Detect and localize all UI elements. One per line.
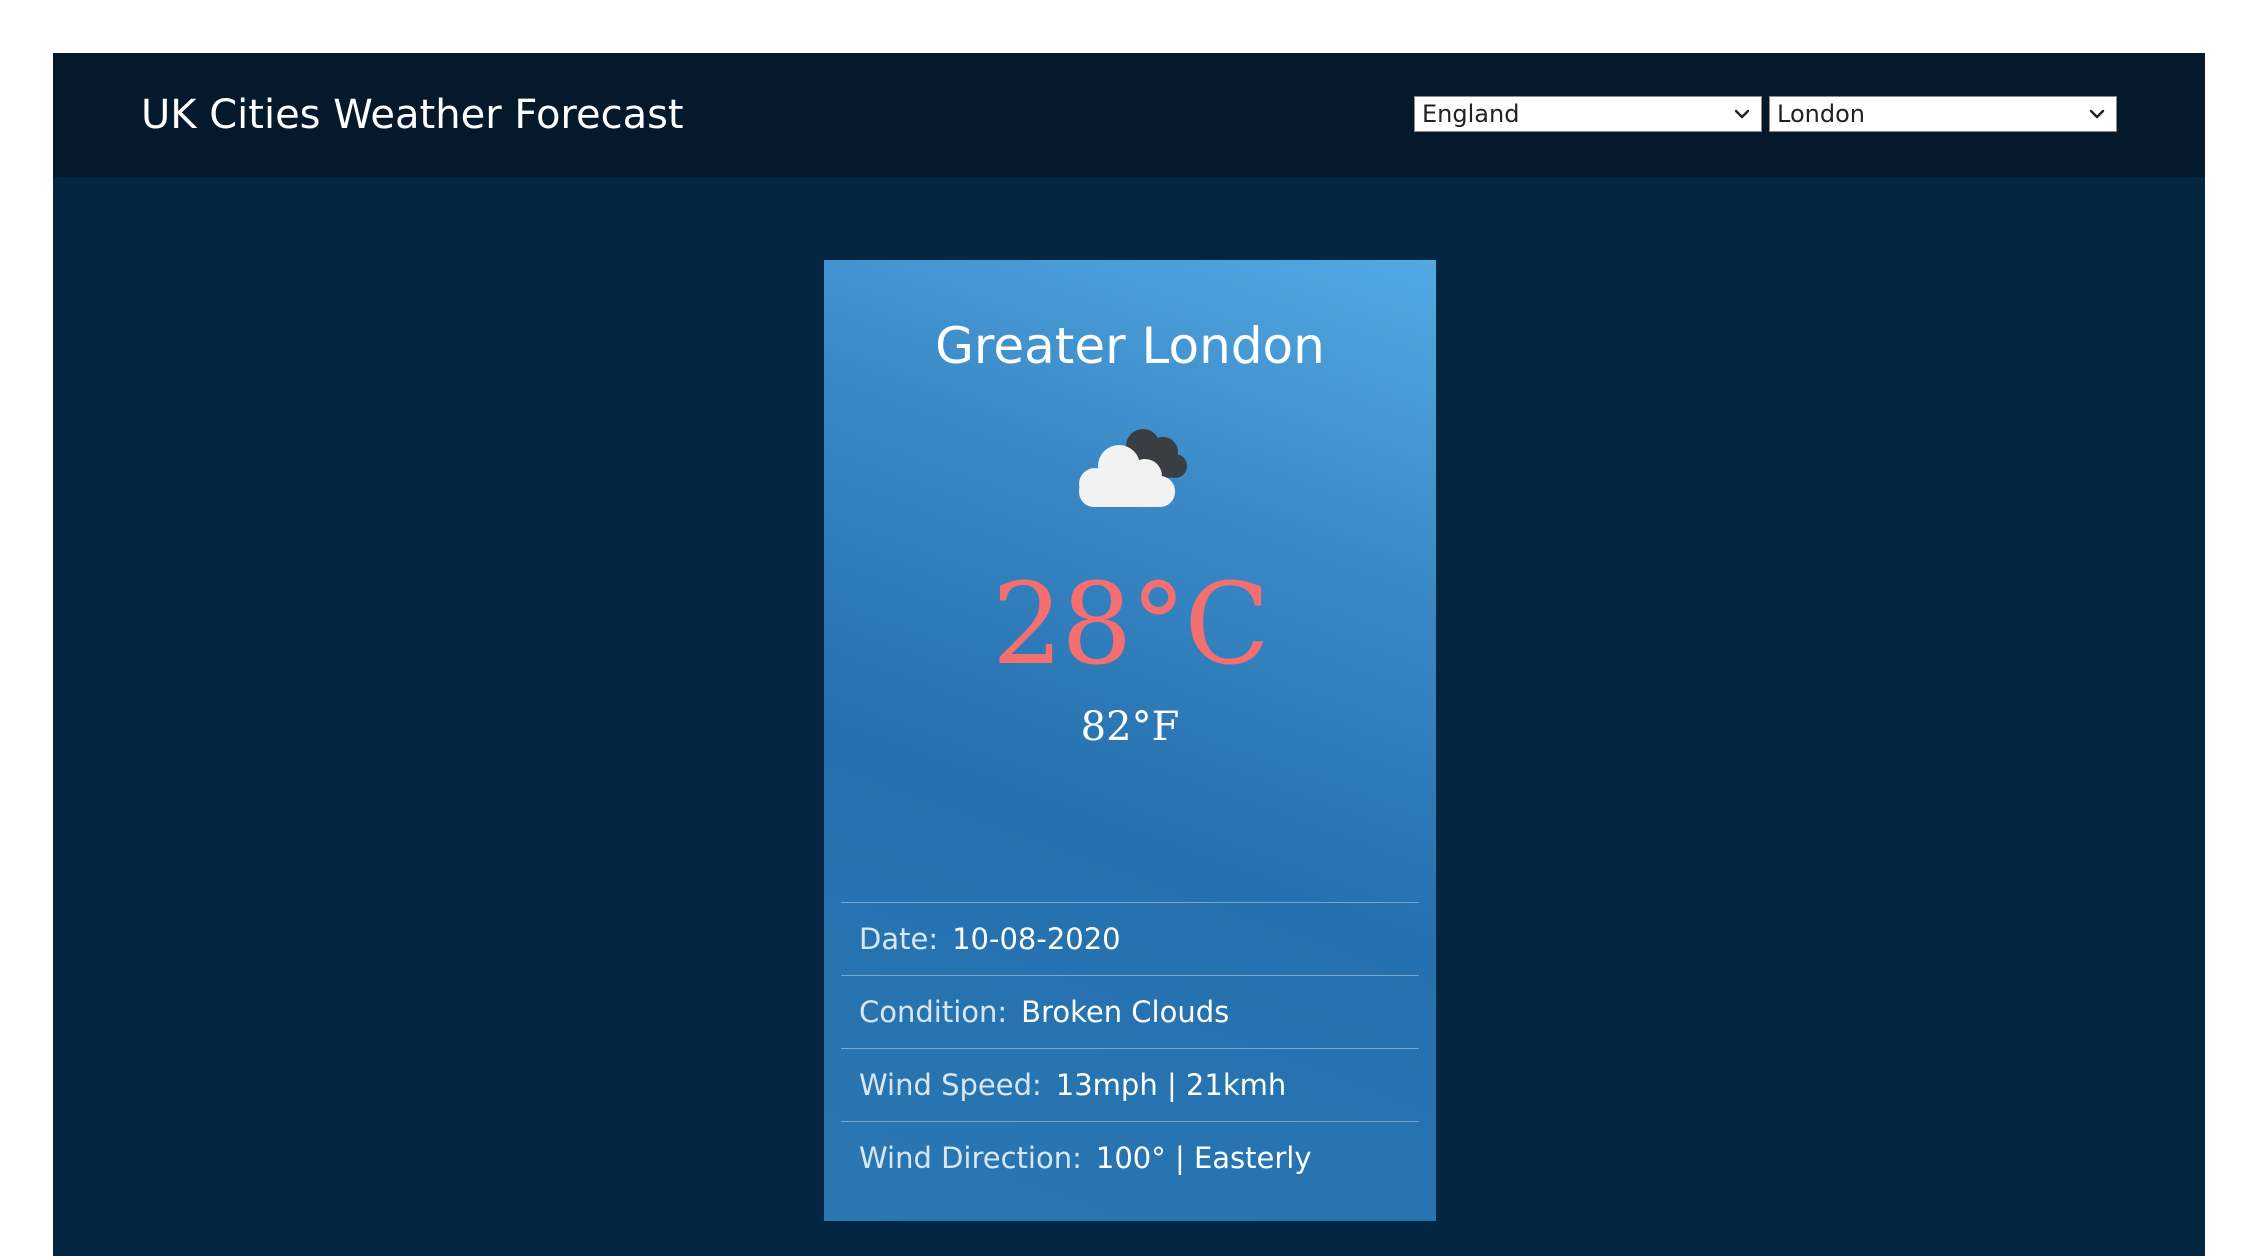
detail-value: 13mph | 21kmh	[1055, 1068, 1287, 1102]
temperature-celsius: 28°C	[991, 560, 1270, 690]
detail-value: 10-08-2020	[952, 922, 1121, 956]
detail-row-wind-speed: Wind Speed: 13mph | 21kmh	[841, 1048, 1419, 1121]
city-select-value: London	[1777, 100, 1865, 128]
broken-clouds-icon	[1079, 429, 1187, 507]
temperature-fahrenheit: 82°F	[1080, 704, 1180, 750]
detail-label: Wind Speed:	[859, 1068, 1042, 1102]
detail-row-condition: Condition: Broken Clouds	[841, 975, 1419, 1048]
detail-row-wind-direction: Wind Direction: 100° | Easterly	[841, 1121, 1419, 1194]
app-title: UK Cities Weather Forecast	[141, 92, 684, 138]
detail-label: Condition:	[859, 995, 1008, 1029]
top-navbar: UK Cities Weather Forecast England Londo…	[53, 53, 2205, 177]
weather-details-list: Date: 10-08-2020 Condition: Broken Clouds …	[841, 902, 1419, 1194]
chevron-down-icon	[1734, 109, 1750, 119]
detail-label: Date:	[859, 922, 939, 956]
region-select-value: England	[1422, 100, 1520, 128]
chevron-down-icon	[2089, 109, 2105, 119]
weather-card: Greater London 28°C 82°F Date: 10-08-2020	[824, 260, 1436, 1221]
detail-label: Wind Direction:	[859, 1141, 1082, 1175]
region-select[interactable]: England	[1414, 96, 1762, 132]
detail-value: Broken Clouds	[1021, 995, 1230, 1029]
detail-row-date: Date: 10-08-2020	[841, 902, 1419, 975]
detail-value: 100° | Easterly	[1095, 1141, 1312, 1175]
app-frame: UK Cities Weather Forecast England Londo…	[53, 53, 2205, 1256]
location-name: Greater London	[935, 317, 1325, 375]
city-select[interactable]: London	[1769, 96, 2117, 132]
